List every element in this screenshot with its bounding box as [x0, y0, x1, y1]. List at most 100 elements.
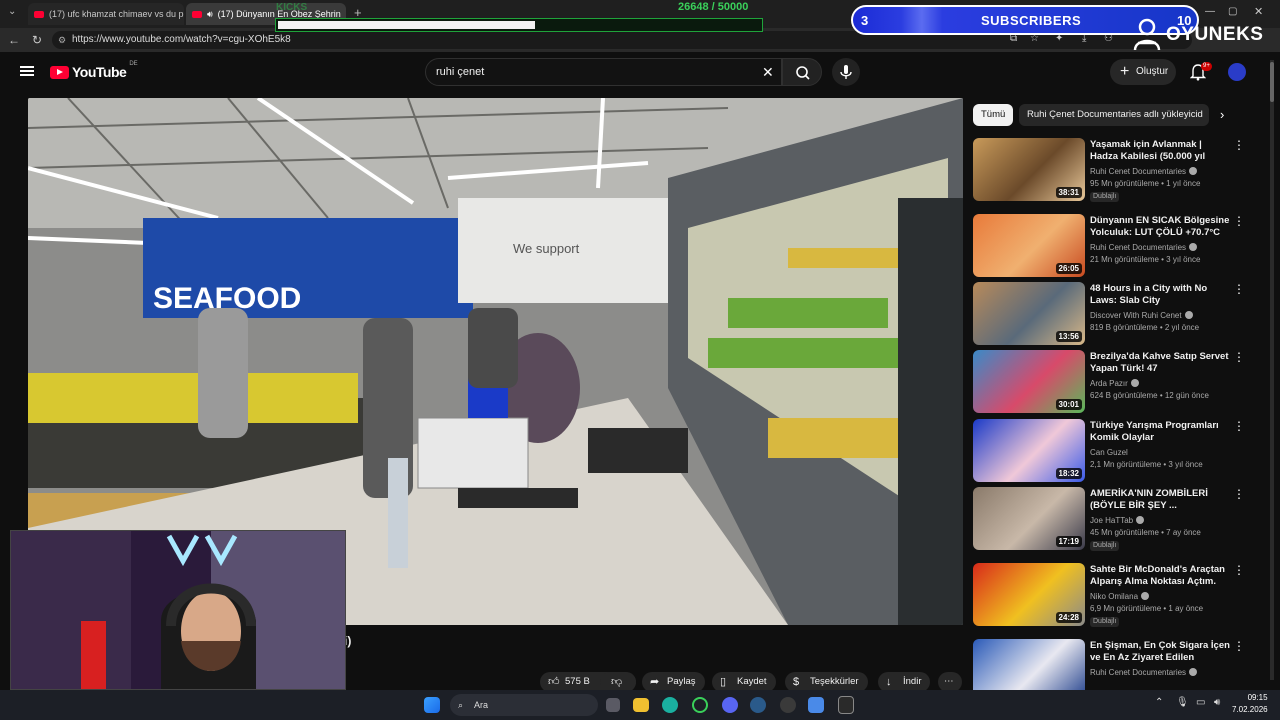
more-options-icon[interactable]: ⋮ [1233, 639, 1245, 653]
youtube-favicon-icon [192, 10, 202, 18]
channel-name[interactable]: Ruhi Cenet Documentaries [1090, 243, 1186, 252]
close-window-icon[interactable]: ✕ [1254, 5, 1263, 18]
channel-name[interactable]: Joe HaTTab [1090, 516, 1133, 525]
recommendation-item[interactable]: 17:19 AMERİKA'NIN ZOMBİLERİ (BÖYLE BİR ŞE… [973, 487, 1263, 551]
site-info-icon[interactable]: ⚙ [58, 31, 66, 49]
video-thumbnail[interactable]: 30:01 [973, 350, 1085, 413]
channel-name[interactable]: Can Guzel [1090, 448, 1128, 457]
youtube-logo[interactable]: YouTube DE [50, 61, 138, 80]
video-thumbnail[interactable]: 26:05 [973, 214, 1085, 277]
recommendation-item[interactable]: 24:28 Sahte Bir McDonald's Araçtan Alparı… [973, 563, 1263, 627]
duration-badge: 38:31 [1055, 187, 1082, 198]
recommendation-title[interactable]: En Şişman, En Çok Sigara İçen ve En Az Z… [1090, 640, 1232, 664]
download-button[interactable]: ↓ İndir [878, 672, 931, 692]
discord-icon[interactable] [722, 697, 738, 713]
browser-tab-1[interactable]: (17) ufc khamzat chimaev vs du pl ✕ [28, 3, 184, 25]
video-thumbnail[interactable]: 13:56 [973, 282, 1085, 345]
kicks-goal-count: 26648 / 50000 [678, 1, 749, 13]
subs-start-count: 3 [861, 13, 869, 28]
country-code: DE [129, 61, 138, 67]
tab-list-chevron-icon[interactable]: ⌄ [8, 6, 16, 17]
recommendation-title[interactable]: Brezilya'da Kahve Satıp Servet Yapan Tür… [1090, 351, 1232, 375]
account-avatar[interactable] [1228, 63, 1246, 81]
search-button[interactable] [782, 58, 822, 86]
views-and-age: 6,9 Mn görüntüleme • 1 ay önce [1090, 604, 1204, 613]
search-value: ruhi çenet [436, 66, 485, 78]
microphone-tray-icon[interactable]: 🎙︎ [1176, 697, 1189, 708]
channel-name[interactable]: Discover With Ruhi Cenet [1090, 311, 1182, 320]
channel-name[interactable]: Niko Omilana [1090, 592, 1138, 601]
chip-all[interactable]: Tümü [973, 104, 1014, 126]
steam-icon[interactable] [750, 697, 766, 713]
reload-icon[interactable]: ↻ [32, 33, 42, 47]
more-options-icon[interactable]: ⋮ [1233, 282, 1245, 296]
duration-badge: 17:19 [1055, 536, 1082, 547]
back-arrow-icon[interactable]: ← [8, 33, 20, 47]
recommendation-item[interactable]: 26:05 Dünyanın EN SICAK Bölgesine Yolculu… [973, 214, 1263, 278]
clear-search-icon[interactable]: ✕ [762, 64, 774, 81]
recommendation-title[interactable]: AMERİKA'NIN ZOMBİLERİ (BÖYLE BİR ŞEY ... [1090, 488, 1232, 512]
edge-browser-icon[interactable] [662, 697, 678, 713]
task-view-icon[interactable] [606, 698, 620, 712]
more-options-icon[interactable]: ⋮ [1233, 419, 1245, 433]
more-actions-button[interactable]: ⋯ [938, 672, 962, 692]
epic-games-icon[interactable] [838, 696, 854, 714]
search-input[interactable]: ruhi çenet [425, 58, 782, 86]
channel-name[interactable]: Ruhi Cenet Documentaries [1090, 167, 1186, 176]
minimize-window-icon[interactable]: — [1205, 6, 1215, 17]
recommendation-item[interactable]: 18:32 Türkiye Yarışma Programları Komik O… [973, 419, 1263, 483]
recommendation-title[interactable]: Yaşamak için Avlanmak | Hadza Kabilesi (… [1090, 139, 1232, 163]
recommendation-title[interactable]: 48 Hours in a City with No Laws: Slab Ci… [1090, 283, 1232, 307]
chip-channel-uploads[interactable]: Ruhi Çenet Documentaries adlı yükleyicid [1019, 104, 1209, 126]
thanks-label: Teşekkürler [810, 676, 859, 687]
store-icon[interactable] [808, 697, 824, 713]
app-green-icon[interactable] [692, 697, 708, 713]
dislike-button[interactable]: 👎︎ [600, 672, 636, 692]
more-options-icon[interactable]: ⋮ [1233, 138, 1245, 152]
obs-icon[interactable] [780, 697, 796, 713]
share-button[interactable]: ➦ Paylaş [642, 672, 705, 692]
video-thumbnail[interactable]: 18:32 [973, 419, 1085, 482]
verified-check-icon [1189, 167, 1198, 175]
recommendation-item[interactable]: 30:01 Brezilya'da Kahve Satıp Servet Yapa… [973, 350, 1263, 414]
save-button[interactable]: ▯ Kaydet [712, 672, 776, 692]
channel-line: Discover With Ruhi Cenet [1090, 311, 1193, 320]
clock-date: 7.02.2026 [1232, 705, 1268, 714]
channel-line: Joe HaTTab [1090, 516, 1145, 525]
page-scrollbar-thumb[interactable] [1270, 62, 1274, 102]
create-button[interactable]: + Oluştur [1110, 59, 1176, 85]
more-options-icon[interactable]: ⋮ [1233, 563, 1245, 577]
maximize-window-icon[interactable]: ▢ [1228, 6, 1237, 17]
youtube-wordmark: YouTube [72, 64, 127, 80]
channel-name[interactable]: Ruhi Cenet Documentaries [1090, 668, 1186, 677]
recommendation-item[interactable]: 38:31 Yaşamak için Avlanmak | Hadza Kabil… [973, 138, 1263, 202]
file-explorer-icon[interactable] [633, 698, 649, 712]
views-and-age: 819 B görüntüleme • 2 yıl önce [1090, 323, 1200, 332]
taskbar-search[interactable]: ⌕ Ara [450, 694, 598, 716]
channel-name[interactable]: Arda Pazır [1090, 379, 1128, 388]
volume-icon[interactable]: 🔊︎ [1214, 697, 1220, 708]
voice-search-button[interactable] [832, 58, 860, 86]
more-options-icon[interactable]: ⋮ [1233, 214, 1245, 228]
channel-line: Arda Pazır [1090, 379, 1139, 388]
channel-line: Niko Omilana [1090, 592, 1150, 601]
recommendation-item[interactable]: 13:56 48 Hours in a City with No Laws: Sl… [973, 282, 1263, 346]
network-icon[interactable]: ▭ [1196, 697, 1205, 708]
windows-start-icon[interactable] [424, 697, 440, 713]
video-thumbnail[interactable]: 38:31 [973, 138, 1085, 201]
recommendation-title[interactable]: Dünyanın EN SICAK Bölgesine Yolculuk: LU… [1090, 215, 1232, 239]
brand-wordmark: OYUNEKS [1166, 24, 1264, 45]
video-thumbnail[interactable]: 24:28 [973, 563, 1085, 626]
video-thumbnail[interactable]: 17:19 [973, 487, 1085, 550]
recommendation-title[interactable]: Sahte Bir McDonald's Araçtan Alparış Alm… [1090, 564, 1232, 588]
tray-chevron-icon[interactable]: ⌃ [1155, 697, 1163, 708]
recommendation-title[interactable]: Türkiye Yarışma Programları Komik Olayla… [1090, 420, 1232, 444]
page-scrollbar-track[interactable] [1270, 60, 1274, 680]
taskbar-search-label: Ara [474, 700, 489, 710]
more-options-icon[interactable]: ⋮ [1233, 350, 1245, 364]
chevron-right-icon[interactable]: › [1220, 107, 1224, 122]
more-options-icon[interactable]: ⋮ [1233, 487, 1245, 501]
system-clock[interactable]: 09:15 7.02.2026 [1232, 692, 1268, 716]
menu-icon[interactable] [20, 66, 34, 76]
thanks-button[interactable]: $ Teşekkürler [785, 672, 868, 692]
